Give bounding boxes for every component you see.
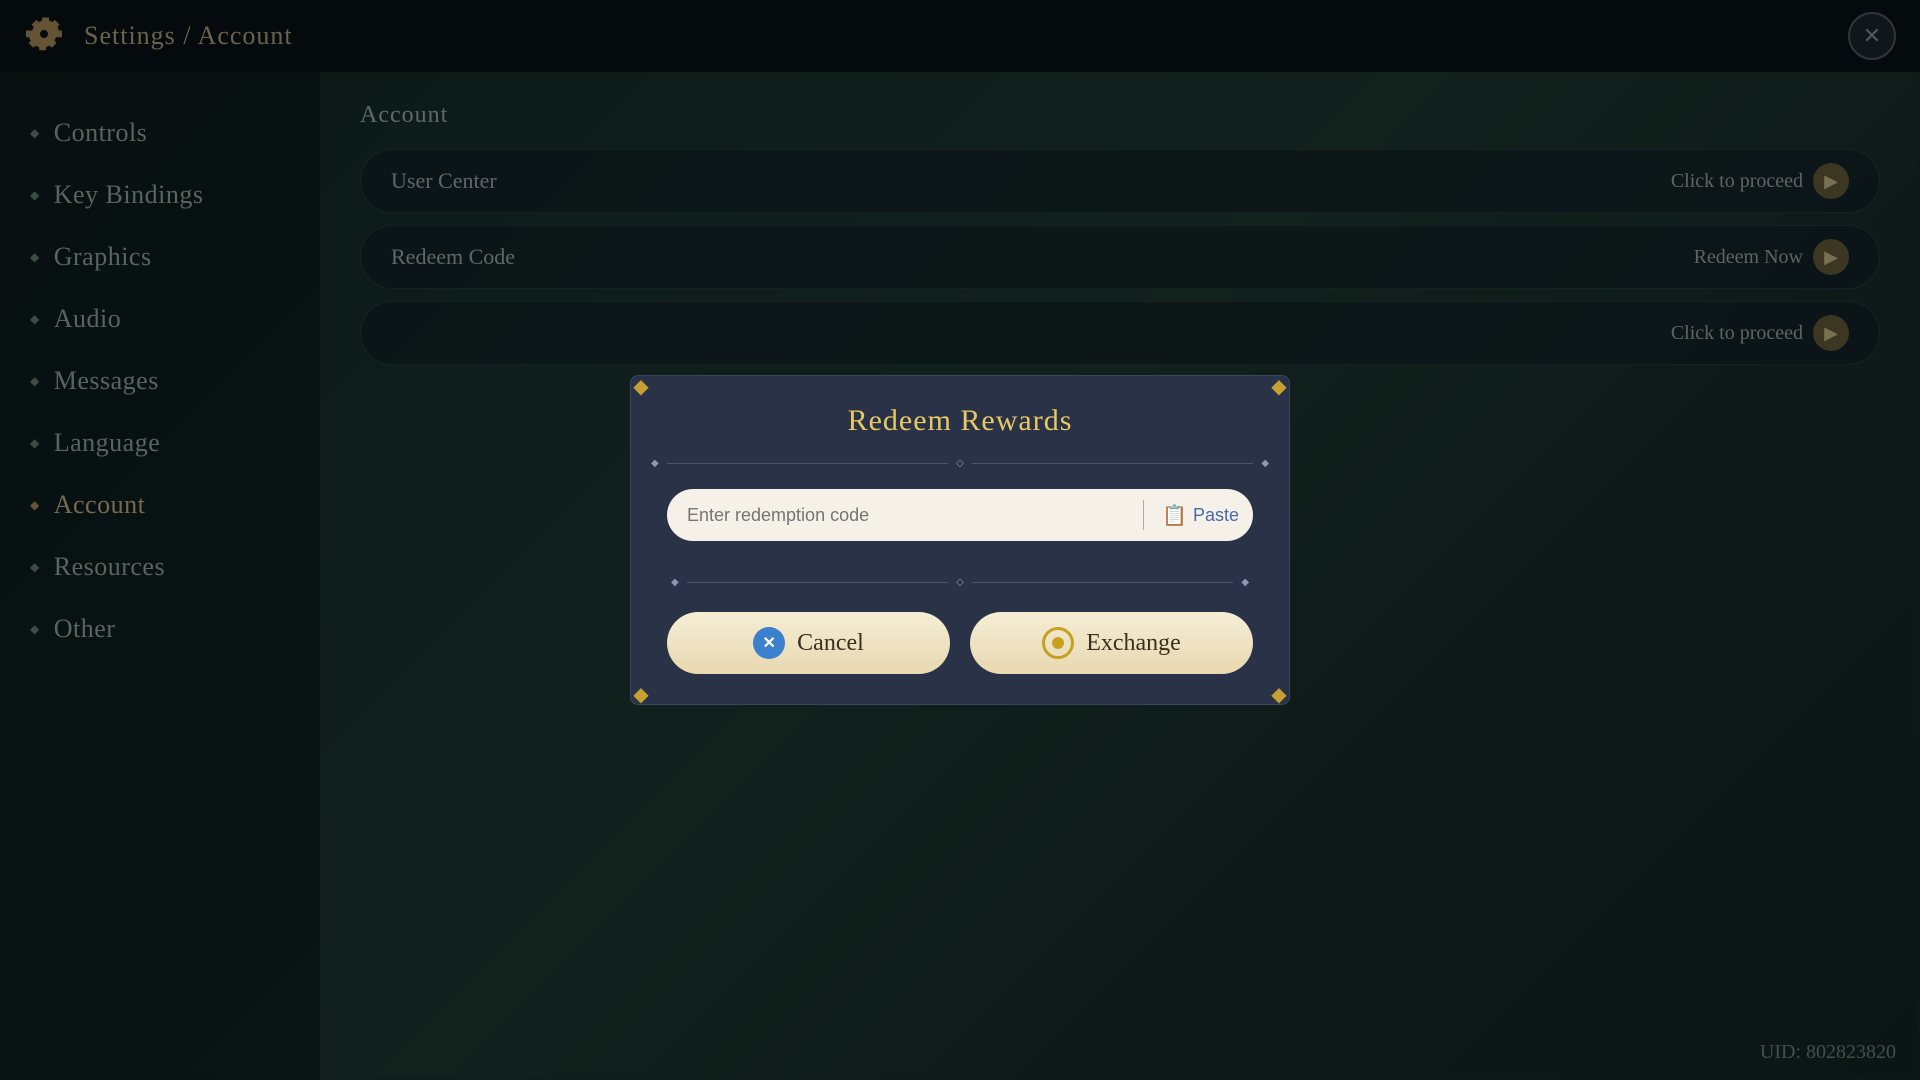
- corner-tr-decoration: ◆: [1265, 372, 1293, 400]
- cancel-icon: ✕: [753, 627, 785, 659]
- deco-diamond-left: ◆: [651, 458, 659, 469]
- deco-diamond-center-l: ◇: [956, 458, 964, 469]
- bottom-deco-diamond-center: ◇: [956, 577, 964, 588]
- corner-bl-decoration: ◆: [627, 680, 655, 708]
- bottom-deco-hr-right: [972, 582, 1233, 583]
- modal-footer: ◆ ◇ ◆: [631, 561, 1289, 612]
- bottom-deco-line: ◆ ◇ ◆: [651, 577, 1269, 588]
- bottom-deco-diamond-left: ◆: [671, 577, 679, 588]
- exchange-icon: [1042, 627, 1074, 659]
- bottom-deco-hr-left: [687, 582, 948, 583]
- paste-button[interactable]: 📋 Paste: [1154, 503, 1247, 528]
- modal-buttons: ✕ Cancel Exchange: [631, 612, 1289, 704]
- modal-title: Redeem Rewards: [631, 376, 1289, 458]
- deco-hr-center: [972, 463, 1253, 464]
- redemption-code-input[interactable]: [687, 505, 1133, 526]
- cancel-label: Cancel: [797, 630, 864, 657]
- deco-hr-left: [667, 463, 948, 464]
- exchange-button[interactable]: Exchange: [970, 612, 1253, 674]
- corner-tl-decoration: ◆: [627, 372, 655, 400]
- exchange-icon-inner: [1052, 637, 1064, 649]
- corner-br-decoration: ◆: [1265, 680, 1293, 708]
- paste-icon: 📋: [1162, 503, 1187, 528]
- code-input-wrap[interactable]: 📋 Paste: [667, 489, 1253, 541]
- cancel-button[interactable]: ✕ Cancel: [667, 612, 950, 674]
- paste-label: Paste: [1193, 505, 1239, 526]
- deco-diamond-right: ◆: [1261, 458, 1269, 469]
- bottom-deco-diamond-right: ◆: [1241, 577, 1249, 588]
- exchange-label: Exchange: [1086, 630, 1181, 657]
- modal-body: 📋 Paste: [631, 469, 1289, 561]
- redeem-rewards-modal: ◆ ◆ ◆ ◆ Redeem Rewards ◆ ◇ ◆ 📋 Paste: [630, 375, 1290, 705]
- top-deco-line: ◆ ◇ ◆: [631, 458, 1289, 469]
- modal-overlay: ◆ ◆ ◆ ◆ Redeem Rewards ◆ ◇ ◆ 📋 Paste: [0, 0, 1920, 1080]
- input-divider: [1143, 500, 1144, 530]
